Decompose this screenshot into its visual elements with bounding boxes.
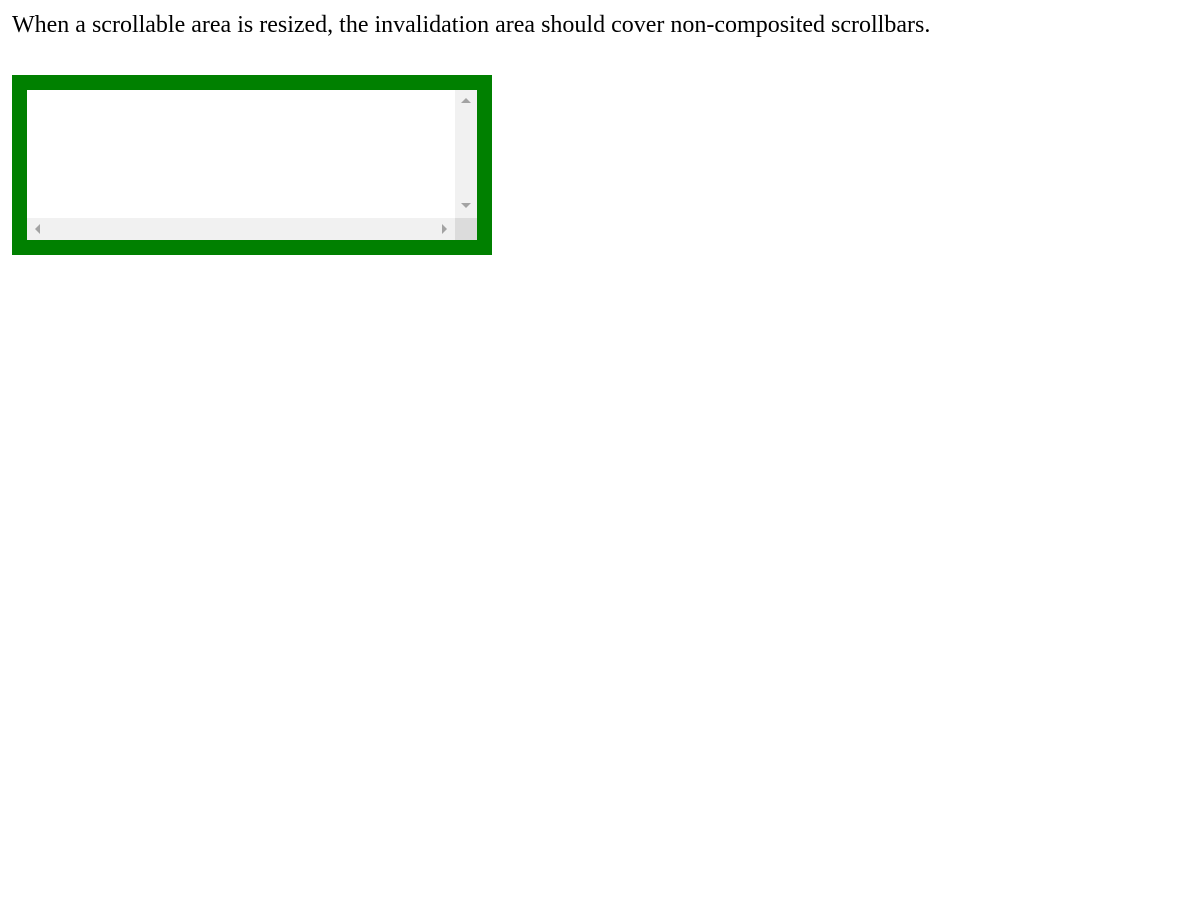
scroll-left-arrow-icon[interactable] [35,224,40,234]
test-description: When a scrollable area is resized, the i… [12,12,931,38]
scroll-up-arrow-icon[interactable] [461,98,471,103]
scroll-content [27,90,455,218]
scroll-right-arrow-icon[interactable] [442,224,447,234]
scroll-down-arrow-icon[interactable] [461,203,471,208]
vertical-scrollbar[interactable] [455,90,477,218]
scrollbar-corner [455,218,477,240]
scrollable-area[interactable] [12,75,492,255]
horizontal-scrollbar[interactable] [27,218,455,240]
